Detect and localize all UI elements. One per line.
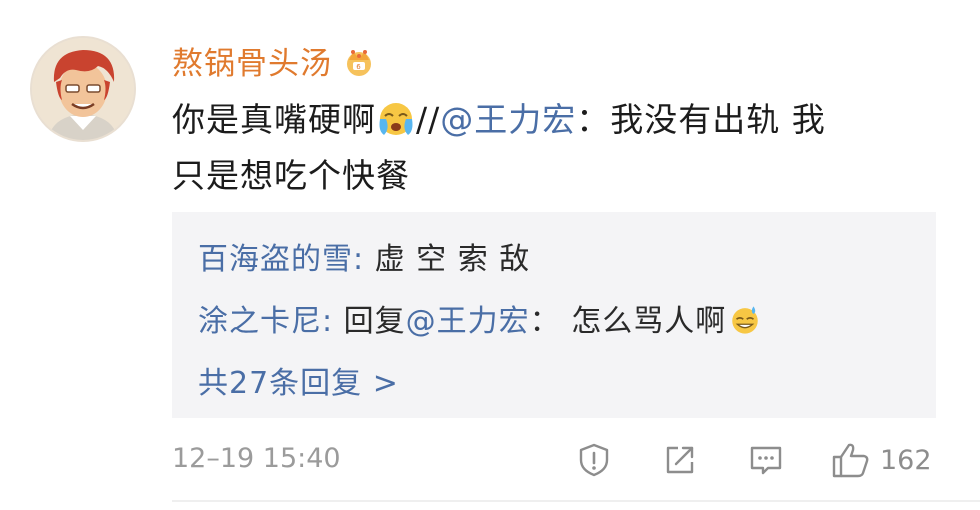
thumbs-up-icon bbox=[832, 443, 869, 478]
mention-link[interactable]: @王力宏 bbox=[440, 100, 576, 139]
crying-face-icon bbox=[379, 103, 413, 135]
comment-text-part: 只是想吃个快餐 bbox=[172, 156, 410, 195]
separator: // bbox=[416, 100, 441, 139]
reply-item[interactable]: 涂之卡尼: 回复@王力宏： 怎么骂人啊 bbox=[198, 296, 762, 340]
crown-icon: 6 bbox=[347, 49, 371, 76]
reply-item[interactable]: 百海盗的雪: 虚 空 索 敌 bbox=[198, 234, 530, 278]
mention-link[interactable]: @王力宏 bbox=[406, 304, 530, 339]
like-count: 162 bbox=[880, 444, 932, 476]
svg-text:6: 6 bbox=[356, 63, 361, 71]
share-button[interactable] bbox=[662, 440, 698, 480]
more-replies-link[interactable]: 共27条回复 > bbox=[198, 358, 399, 402]
username[interactable]: 熬锅骨头汤 bbox=[172, 38, 332, 83]
sweat-smile-icon bbox=[732, 306, 758, 334]
divider bbox=[172, 500, 980, 502]
reply-text: ： 怎么骂人啊 bbox=[529, 304, 727, 339]
reply-preview-box[interactable]: 百海盗的雪: 虚 空 索 敌 涂之卡尼: 回复@王力宏： 怎么骂人啊 共27条回… bbox=[172, 212, 936, 418]
comment-text-part: ：我没有出轨 我 bbox=[576, 100, 826, 139]
reply-prefix: 回复 bbox=[333, 304, 406, 339]
comment-button[interactable] bbox=[748, 440, 784, 480]
reply-author[interactable]: 百海盗的雪: bbox=[198, 242, 364, 277]
share-icon bbox=[666, 446, 694, 474]
like-button[interactable]: 162 bbox=[830, 440, 932, 480]
reply-text: 虚 空 索 敌 bbox=[364, 242, 531, 277]
comment-text-part: 你是真嘴硬啊 bbox=[172, 100, 376, 139]
report-icon bbox=[579, 443, 609, 477]
timestamp: 12–19 15:40 bbox=[172, 443, 341, 474]
avatar[interactable] bbox=[30, 36, 136, 142]
avatar-image bbox=[32, 38, 134, 140]
username-row: 熬锅骨头汤 6 bbox=[172, 38, 376, 83]
comment-text: 你是真嘴硬啊 //@王力宏：我没有出轨 我 只是想吃个快餐 bbox=[172, 92, 932, 204]
reply-author[interactable]: 涂之卡尼: bbox=[198, 304, 333, 339]
report-button[interactable] bbox=[576, 440, 612, 480]
comment-icon bbox=[750, 446, 782, 475]
